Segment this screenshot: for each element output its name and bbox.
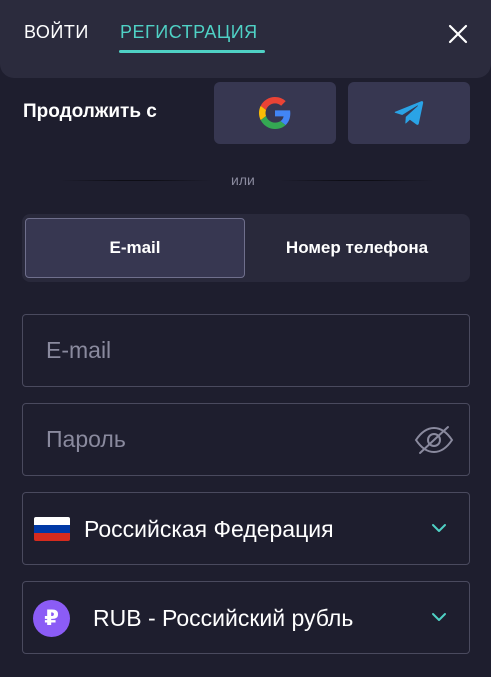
tab-login[interactable]: ВОЙТИ (24, 22, 89, 43)
telegram-login-button[interactable] (348, 82, 470, 144)
divider-right (279, 180, 434, 181)
tab-register[interactable]: РЕГИСТРАЦИЯ (120, 22, 258, 43)
google-icon (259, 97, 291, 129)
google-login-button[interactable] (214, 82, 336, 144)
chevron-down-icon (432, 524, 446, 532)
ruble-icon: ₽ (33, 600, 70, 637)
eye-off-icon (414, 426, 454, 454)
currency-select-value: RUB - Российский рубль (93, 605, 354, 631)
continue-with-label: Продолжить с (23, 101, 157, 122)
close-button[interactable] (446, 22, 470, 46)
method-phone-tab[interactable]: Номер телефона (246, 218, 468, 278)
email-input[interactable] (23, 315, 469, 386)
country-select[interactable]: Российская Федерация (22, 492, 470, 565)
active-tab-underline (119, 50, 265, 53)
method-email-tab[interactable]: E-mail (25, 218, 245, 278)
country-select-value: Российская Федерация (84, 516, 334, 542)
chevron-down-icon (432, 613, 446, 621)
toggle-password-visibility-button[interactable] (413, 424, 455, 456)
russia-flag-icon (34, 517, 70, 541)
auth-header: ВОЙТИ РЕГИСТРАЦИЯ (0, 0, 491, 78)
currency-select[interactable]: ₽ RUB - Российский рубль (22, 581, 470, 654)
email-field-container (22, 314, 470, 387)
password-input[interactable] (23, 404, 469, 475)
password-field-container (22, 403, 470, 476)
registration-method-switch: E-mail Номер телефона (22, 214, 470, 282)
divider-or-text: или (231, 172, 255, 188)
divider-left (60, 180, 212, 181)
telegram-icon (394, 101, 424, 125)
close-icon (448, 24, 468, 44)
